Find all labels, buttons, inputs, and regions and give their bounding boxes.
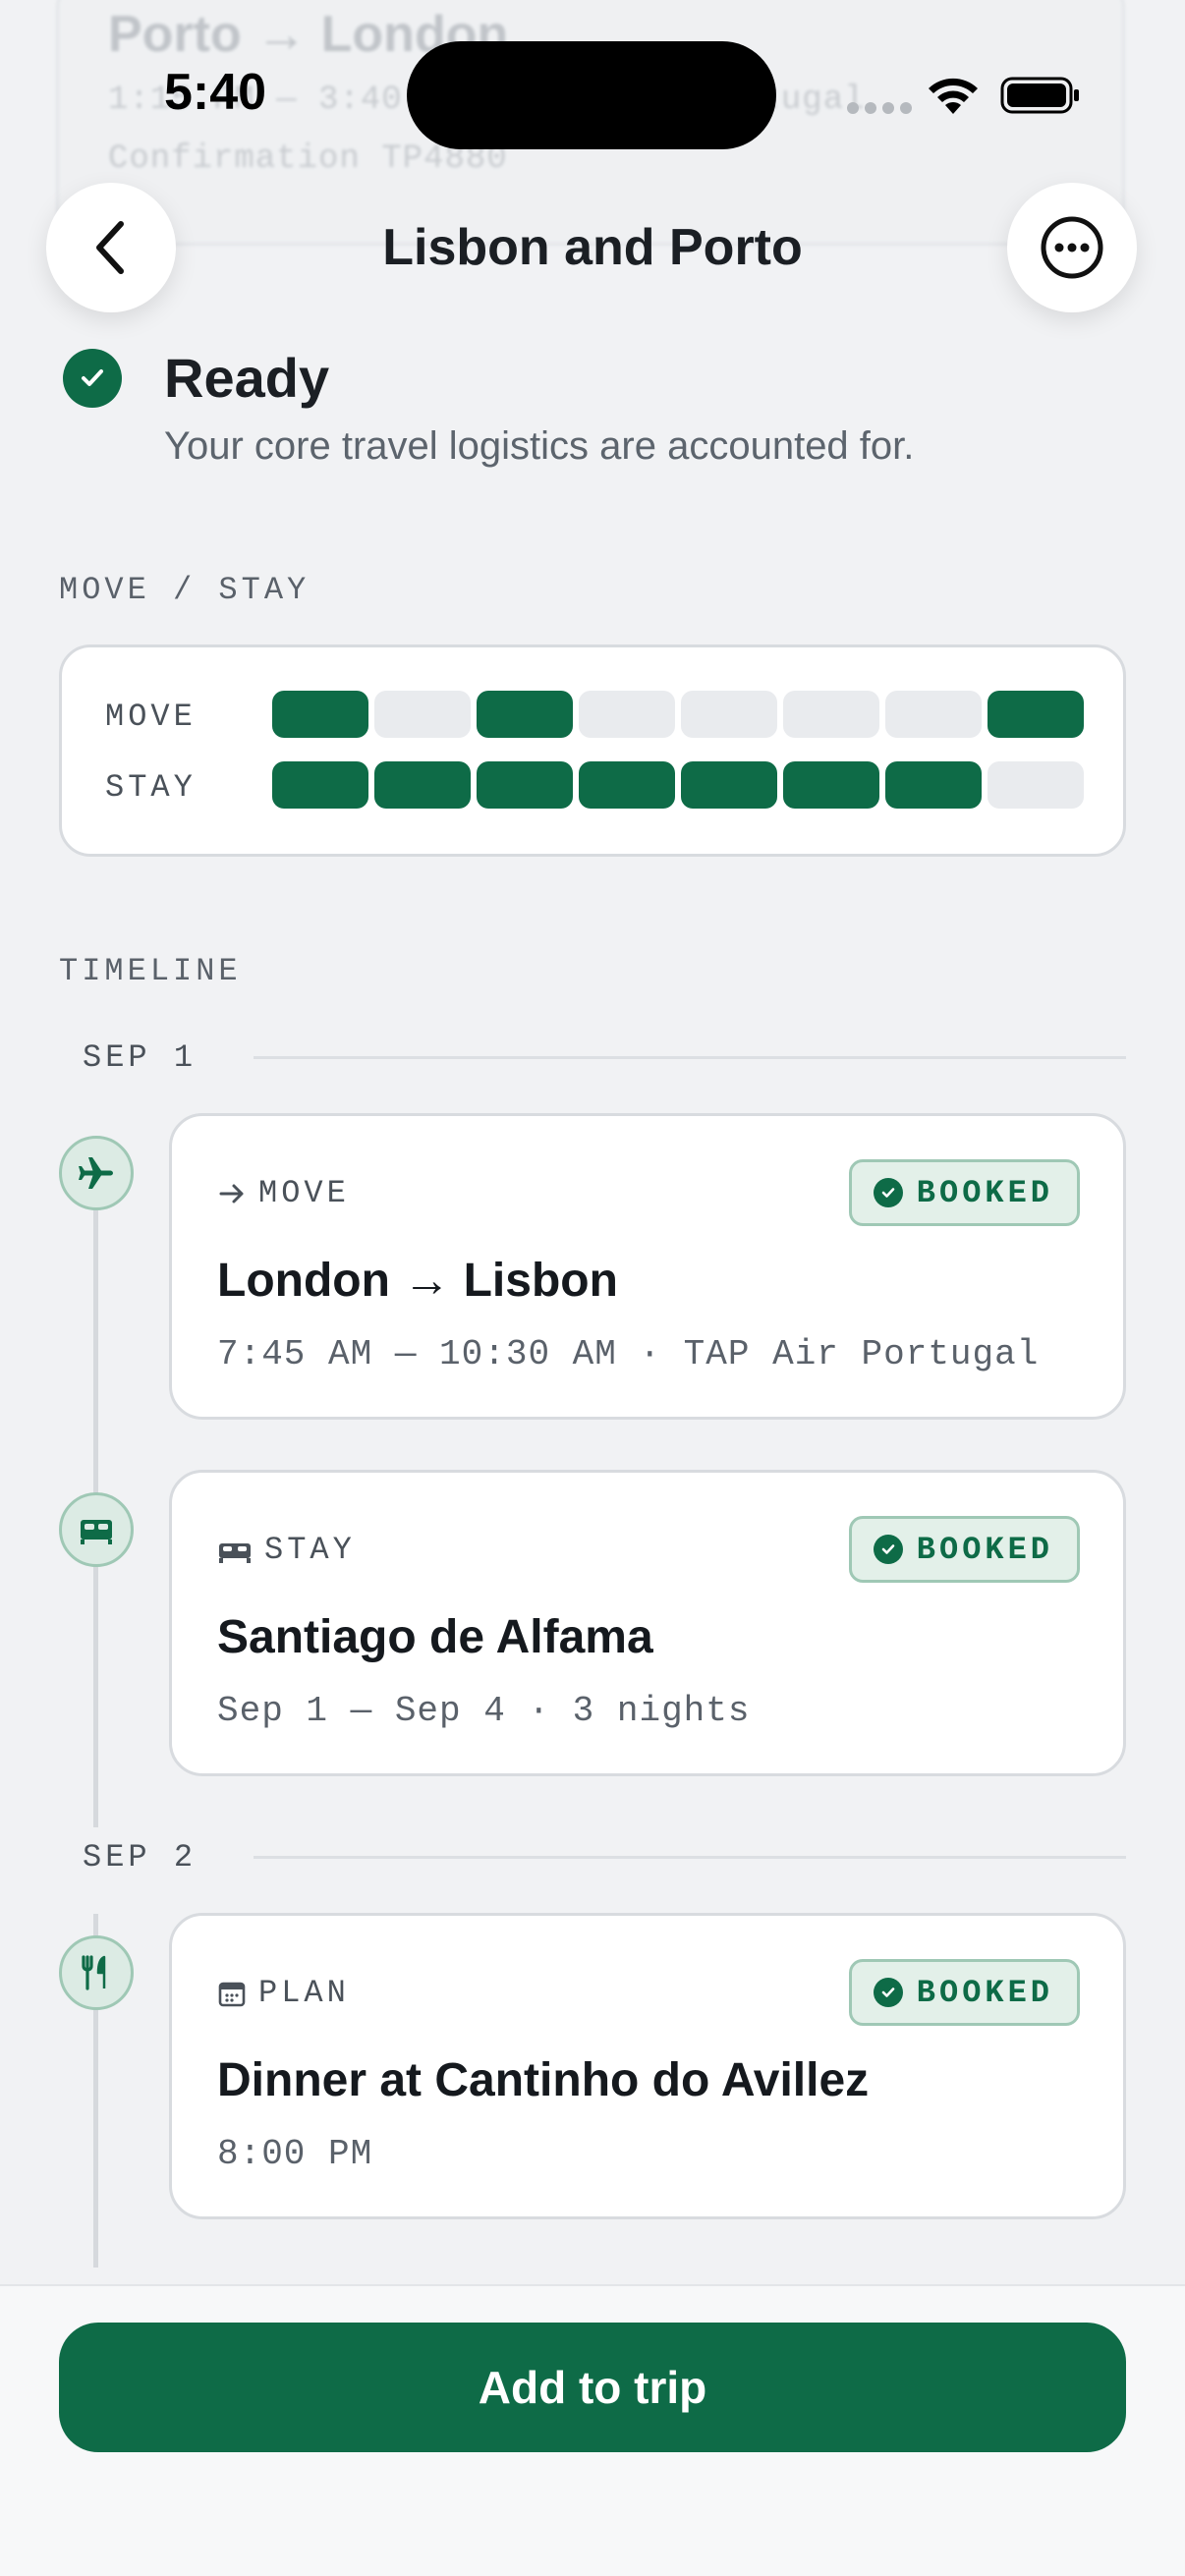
check-circle-icon [873,1178,903,1207]
day-cell-empty [988,761,1084,809]
day-cell-empty [885,691,982,738]
booked-badge: BOOKED [848,1516,1080,1583]
day-cell-filled [681,761,777,809]
day-cell-filled [885,761,982,809]
stay-row-cells [272,761,1084,809]
wifi-icon [929,78,978,114]
calendar-icon [218,1982,246,2006]
day-cell-filled [374,761,471,809]
move-stay-card: MOVE STAY [59,644,1126,857]
stay-row-label: STAY [105,769,197,806]
day-cell-filled [783,761,879,809]
item-kind-label: PLAN [258,1975,350,2011]
badge-label: BOOKED [916,1974,1053,2011]
cellular-signal-icon [847,102,912,114]
booked-badge: BOOKED [848,1959,1080,2026]
booked-badge: BOOKED [848,1159,1080,1226]
readiness-subtitle: Your core travel logistics are accounted… [164,424,915,468]
item-meta: 8:00 PM [217,2134,373,2174]
move-stay-section-label: MOVE / STAY [59,572,310,608]
day-cell-empty [783,691,879,738]
airplane-icon [59,1136,134,1210]
item-kind: MOVE [217,1175,350,1211]
timeline-item-card[interactable]: MOVE BOOKED London → Lisbon 7:45 AM — 10… [169,1113,1126,1420]
move-row-cells [272,691,1084,738]
date-divider [254,1856,1126,1859]
date-divider [254,1056,1126,1059]
day-cell-empty [681,691,777,738]
timeline-item-card[interactable]: PLAN BOOKED Dinner at Cantinho do Aville… [169,1913,1126,2219]
readiness-title: Ready [164,347,330,409]
move-row-label: MOVE [105,699,197,735]
item-title: London → Lisbon [217,1255,618,1307]
battery-icon [1000,77,1079,114]
status-time: 5:40 [164,64,267,121]
day-cell-empty [374,691,471,738]
badge-label: BOOKED [916,1531,1053,1568]
timeline-item-card[interactable]: STAY BOOKED Santiago de Alfama Sep 1 — S… [169,1470,1126,1776]
arrow-right-icon [219,1184,244,1203]
timeline-section-label: TIMELINE [59,953,242,989]
item-kind-label: STAY [264,1532,356,1568]
badge-label: BOOKED [916,1174,1053,1211]
day-cell-filled [272,761,368,809]
add-to-trip-button[interactable]: Add to trip [59,2323,1126,2452]
item-title: Santiago de Alfama [217,1611,653,1663]
day-cell-filled [477,761,573,809]
day-cell-filled [477,691,573,738]
date-header: SEP 2 [83,1839,198,1876]
item-title: Dinner at Cantinho do Avillez [217,2054,870,2106]
item-meta: 7:45 AM — 10:30 AM · TAP Air Portugal [217,1334,1040,1374]
fork-knife-icon [59,1935,134,2010]
day-cell-filled [579,761,675,809]
item-kind-label: MOVE [258,1175,350,1211]
bed-icon [219,1542,251,1563]
dynamic-island [407,41,776,149]
check-circle-icon [63,349,122,408]
item-meta: Sep 1 — Sep 4 · 3 nights [217,1691,751,1731]
day-cell-filled [272,691,368,738]
day-cell-filled [988,691,1084,738]
date-header: SEP 1 [83,1039,198,1076]
more-options-button[interactable] [1007,183,1137,312]
item-kind: PLAN [217,1975,350,2011]
item-kind: STAY [217,1532,356,1568]
day-cell-empty [579,691,675,738]
check-circle-icon [873,1535,903,1564]
check-circle-icon [873,1978,903,2007]
bed-icon [59,1492,134,1567]
ellipsis-circle-icon [1041,216,1103,279]
